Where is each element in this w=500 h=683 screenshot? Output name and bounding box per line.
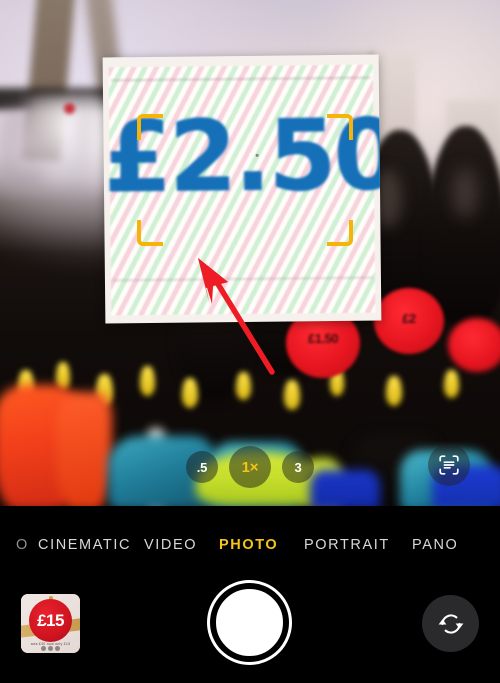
shutter-button[interactable]	[207, 580, 292, 665]
flip-camera-button[interactable]	[422, 595, 479, 652]
zoom-controls[interactable]: .5 1× 3	[186, 446, 314, 488]
thumbnail-dot-2	[48, 646, 53, 651]
camera-mode-video[interactable]: VIDEO	[144, 537, 197, 553]
bracket-top-left-icon	[137, 114, 163, 140]
live-text-detection-brackets	[137, 114, 353, 246]
scene-cloth-blue-1	[310, 470, 380, 506]
thumbnail-price-disc: £15	[29, 599, 72, 642]
scene-cloth-orange-2	[56, 392, 112, 506]
shutter-button-core	[214, 587, 285, 658]
bracket-bottom-right-icon	[327, 220, 353, 246]
scene-price-sticker-2-text: £2	[402, 311, 416, 326]
camera-mode-selector[interactable]: O CINEMATIC VIDEO PHOTO PORTRAIT PANO	[0, 532, 500, 558]
camera-mode-slomo-partial[interactable]: O	[16, 537, 29, 553]
scene-hanger-10	[444, 370, 459, 398]
scene-hanger-7	[284, 380, 300, 410]
camera-preview[interactable]: £1.50 £2 £2.50 .5 1× 3	[0, 0, 500, 506]
thumbnail-price-text: £15	[37, 611, 64, 630]
thumbnail-dots	[21, 646, 80, 651]
thumbnail-dot-1	[41, 646, 46, 651]
scene-hanger-6	[236, 372, 251, 400]
photo-thumbnail-button[interactable]: £15 was £30 now only £15	[21, 594, 80, 653]
scene-hanger-4	[140, 366, 155, 396]
camera-flip-icon	[438, 613, 463, 634]
bracket-bottom-left-icon	[137, 220, 163, 246]
camera-mode-cinematic[interactable]: CINEMATIC	[38, 537, 131, 553]
camera-mode-photo[interactable]: PHOTO	[219, 537, 278, 553]
scene-price-sticker-1-text: £1.50	[307, 331, 339, 346]
live-text-scan-icon	[439, 455, 459, 475]
zoom-button-3x[interactable]: 3	[282, 451, 314, 483]
zoom-button-1x[interactable]: 1×	[229, 446, 271, 488]
scene-price-sticker-3	[448, 318, 500, 372]
thumbnail-dot-3	[55, 646, 60, 651]
scene-hanger-9	[386, 376, 402, 406]
scene-red-accent	[64, 103, 75, 114]
camera-app-screen: £1.50 £2 £2.50 .5 1× 3 O CINEMATIC VIDEO…	[0, 0, 500, 683]
scene-garment-highlight-2	[452, 168, 478, 218]
camera-mode-pano[interactable]: PANO	[412, 537, 458, 553]
camera-mode-portrait[interactable]: PORTRAIT	[304, 537, 390, 553]
zoom-button-0.5x[interactable]: .5	[186, 451, 218, 483]
scene-hanger-5	[182, 378, 198, 408]
live-text-button[interactable]	[428, 444, 470, 486]
bracket-top-right-icon	[327, 114, 353, 140]
